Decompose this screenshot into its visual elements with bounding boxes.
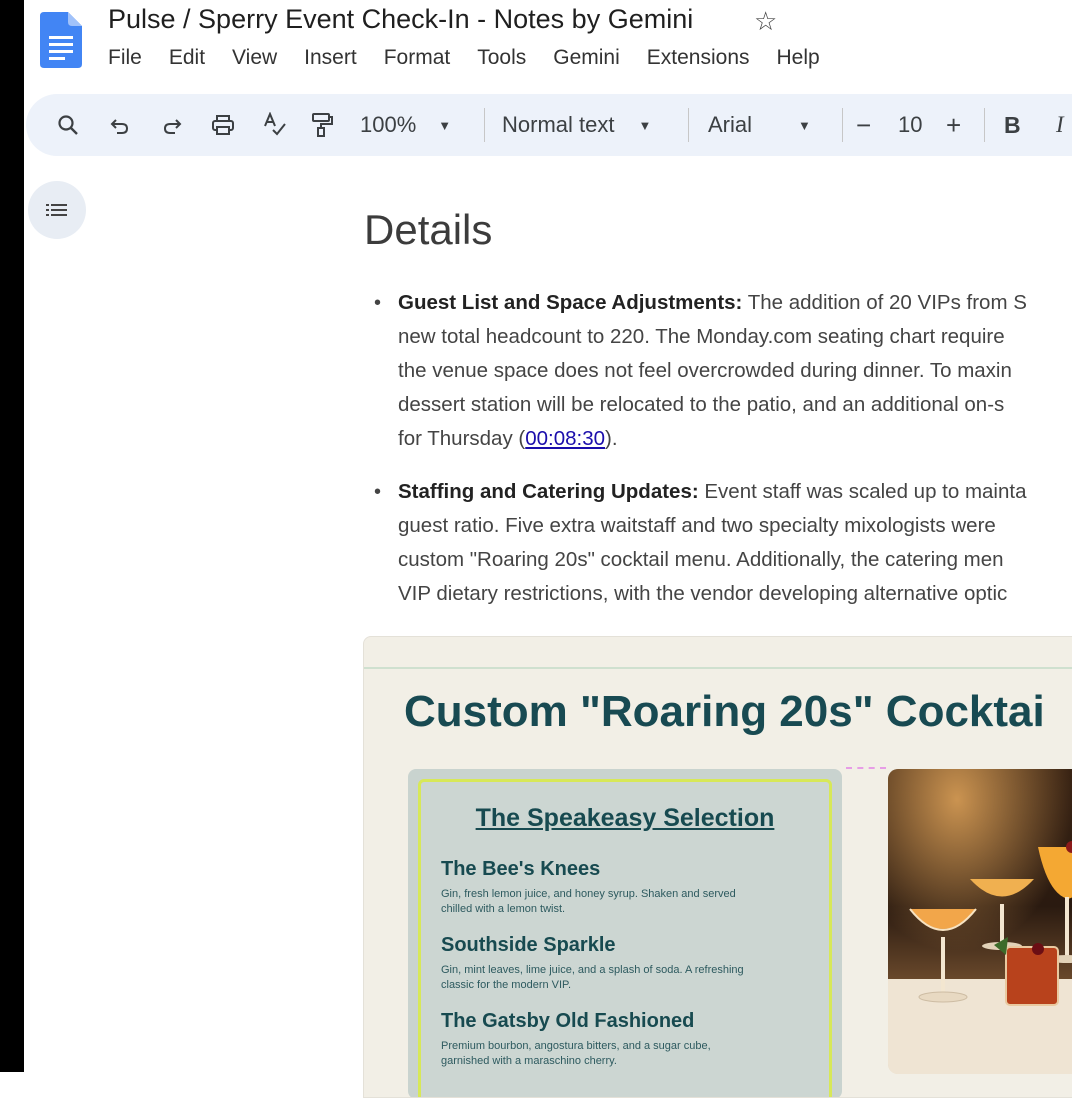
menu-file[interactable]: File	[108, 46, 142, 70]
bullet-label: Guest List and Space Adjustments:	[398, 291, 743, 314]
menu-help[interactable]: Help	[777, 46, 820, 70]
zoom-value: 100%	[360, 112, 417, 137]
toolbar-divider	[484, 108, 485, 142]
paint-format-icon[interactable]	[310, 94, 334, 156]
menu-extensions[interactable]: Extensions	[647, 46, 750, 70]
menu-title: Custom "Roaring 20s" Cocktai	[404, 687, 1045, 736]
bullet-staffing: • Staffing and Catering Updates: Event s…	[374, 475, 1072, 611]
increase-font-size-button[interactable]: +	[946, 94, 961, 156]
document-outline-button[interactable]	[28, 181, 86, 239]
toolbar-divider	[984, 108, 985, 142]
redo-icon[interactable]	[160, 94, 184, 156]
bullet-dot: •	[374, 481, 382, 503]
menu-card: The Speakeasy Selection The Bee's Knees …	[408, 769, 842, 1097]
search-icon[interactable]	[56, 94, 80, 156]
toolbar-divider	[842, 108, 843, 142]
font-value: Arial	[708, 112, 753, 137]
bullet-text: dessert station will be relocated to the…	[398, 393, 1005, 416]
bullet-text: Event staff was scaled up to mainta	[698, 480, 1027, 503]
chevron-down-icon: ▼	[438, 117, 452, 133]
docs-logo-icon[interactable]	[40, 12, 82, 68]
menu-card-frame: The Speakeasy Selection The Bee's Knees …	[418, 779, 832, 1097]
embedded-cocktail-menu-image[interactable]: Custom "Roaring 20s" Cocktai The Speakea…	[363, 636, 1072, 1098]
outline-list-icon	[46, 204, 67, 216]
bullet-text: the venue space does not feel overcrowde…	[398, 359, 1012, 382]
cocktail-photo	[888, 769, 1072, 1074]
print-icon[interactable]	[210, 94, 236, 156]
font-select[interactable]: Arial ▼	[708, 94, 811, 156]
drink-item: The Bee's Knees Gin, fresh lemon juice, …	[441, 858, 801, 917]
drink-item: Southside Sparkle Gin, mint leaves, lime…	[441, 934, 801, 993]
menu-edit[interactable]: Edit	[169, 46, 205, 70]
decrease-font-size-button[interactable]: −	[856, 94, 871, 156]
menu-heading: The Speakeasy Selection	[475, 804, 775, 832]
bullet-guest-list: • Guest List and Space Adjustments: The …	[374, 286, 1072, 456]
bullet-text: ).	[605, 427, 618, 450]
toolbar-divider	[688, 108, 689, 142]
bullet-dot: •	[374, 292, 382, 314]
drink-item: The Gatsby Old Fashioned Premium bourbon…	[441, 1010, 801, 1069]
toolbar: 100% ▼ Normal text ▼ Arial ▼ − 10 + B I	[26, 94, 1072, 156]
left-window-edge	[0, 0, 24, 1072]
drink-description: Gin, fresh lemon juice, and honey syrup.…	[441, 888, 736, 915]
bold-button[interactable]: B	[1004, 94, 1021, 156]
drink-description: Gin, mint leaves, lime juice, and a spla…	[441, 964, 744, 991]
bullet-text: VIP dietary restrictions, with the vendo…	[398, 582, 1008, 605]
timestamp-link[interactable]: 00:08:30	[525, 427, 605, 450]
spellcheck-icon[interactable]	[262, 94, 288, 156]
bullet-text: new total headcount to 220. The Monday.c…	[398, 325, 1005, 348]
bullet-text: guest ratio. Five extra waitstaff and tw…	[398, 514, 996, 537]
drink-description: Premium bourbon, angostura bitters, and …	[441, 1040, 711, 1067]
chevron-down-icon: ▼	[638, 117, 652, 133]
zoom-select[interactable]: 100% ▼	[360, 94, 451, 156]
guide-mark	[846, 767, 886, 769]
menu-gemini[interactable]: Gemini	[553, 46, 620, 70]
drink-name: Southside Sparkle	[441, 934, 616, 956]
style-select[interactable]: Normal text ▼	[502, 94, 651, 156]
chevron-down-icon: ▼	[798, 117, 811, 133]
menu-view[interactable]: View	[232, 46, 277, 70]
section-heading: Details	[364, 206, 493, 253]
image-rule	[364, 667, 1072, 669]
drink-name: The Bee's Knees	[441, 858, 601, 880]
bullet-text: The addition of 20 VIPs from S	[742, 291, 1027, 314]
document-title[interactable]: Pulse / Sperry Event Check-In - Notes by…	[108, 4, 693, 35]
star-icon[interactable]: ☆	[754, 6, 777, 37]
menu-tools[interactable]: Tools	[477, 46, 526, 70]
drink-name: The Gatsby Old Fashioned	[441, 1010, 695, 1032]
menu-format[interactable]: Format	[384, 46, 451, 70]
undo-icon[interactable]	[108, 94, 132, 156]
menu-insert[interactable]: Insert	[304, 46, 357, 70]
menu-bar: File Edit View Insert Format Tools Gemin…	[108, 46, 847, 70]
style-value: Normal text	[502, 112, 615, 137]
bullet-label: Staffing and Catering Updates:	[398, 480, 699, 503]
italic-button[interactable]: I	[1056, 94, 1064, 156]
bullet-text: for Thursday (	[398, 427, 526, 450]
font-size-input[interactable]: 10	[898, 94, 922, 156]
bullet-text: custom "Roaring 20s" cocktail menu. Addi…	[398, 548, 1004, 571]
